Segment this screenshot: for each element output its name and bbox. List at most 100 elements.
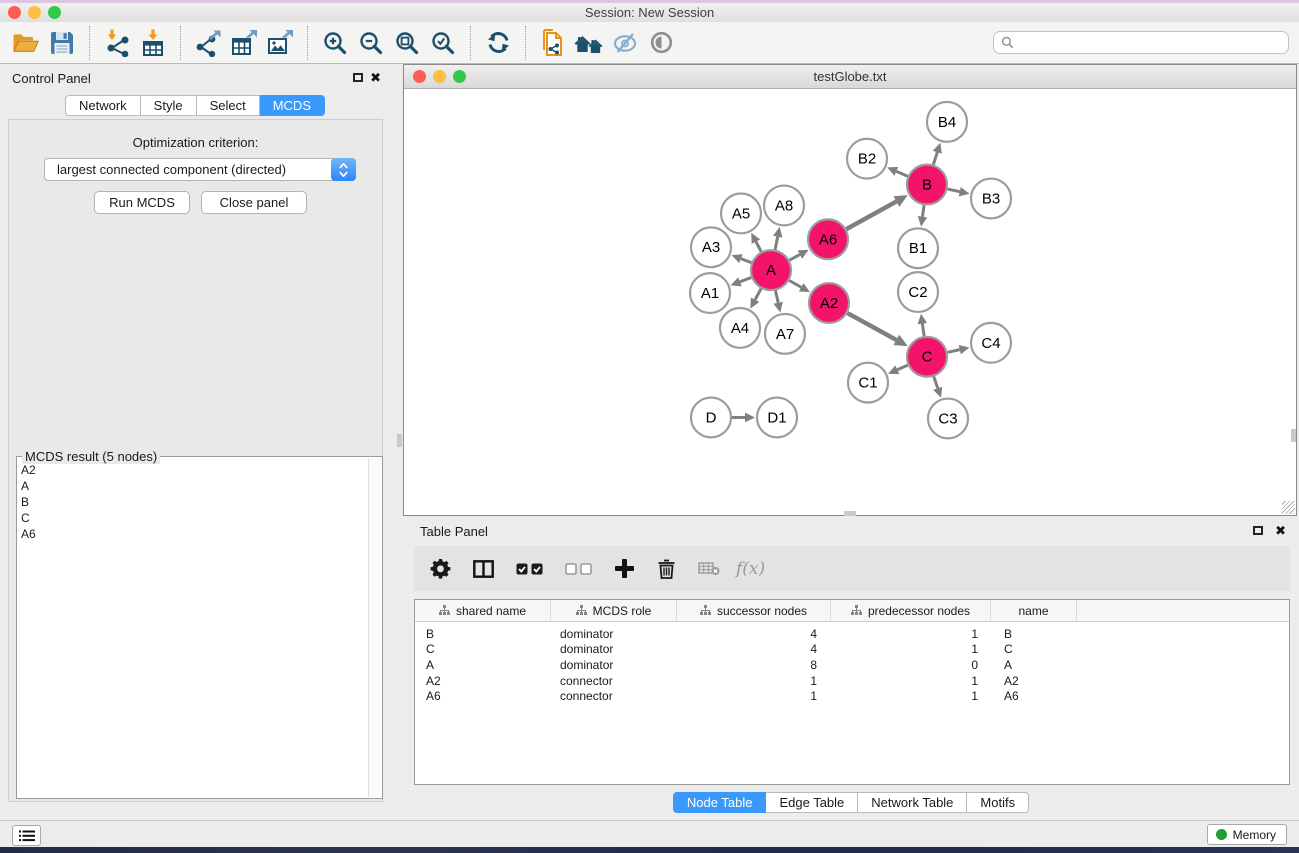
graph-edge[interactable] bbox=[755, 289, 761, 300]
close-table-panel-icon[interactable]: ✖ bbox=[1275, 525, 1286, 537]
tab-node-table[interactable]: Node Table bbox=[673, 792, 767, 813]
export-table-button[interactable] bbox=[226, 26, 262, 60]
table-row[interactable]: A2connector11A2 bbox=[415, 673, 1289, 689]
tab-network[interactable]: Network bbox=[65, 95, 141, 116]
tab-mcds[interactable]: MCDS bbox=[260, 95, 325, 116]
export-image-button[interactable] bbox=[262, 26, 298, 60]
vertical-scroll-thumb[interactable] bbox=[1291, 429, 1296, 442]
graph-edge[interactable] bbox=[740, 278, 751, 282]
function-builder-button[interactable]: f(x) bbox=[736, 559, 765, 579]
criterion-dropdown[interactable]: largest connected component (directed) bbox=[44, 158, 356, 181]
graph-node-C[interactable]: C bbox=[907, 337, 947, 377]
open-session-button[interactable] bbox=[8, 26, 44, 60]
zoom-in-button[interactable] bbox=[317, 26, 353, 60]
show-columns-button[interactable] bbox=[516, 563, 543, 575]
settings-gear-button[interactable] bbox=[430, 558, 451, 579]
graph-node-B3[interactable]: B3 bbox=[971, 179, 1011, 219]
table-row[interactable]: A6connector11A6 bbox=[415, 688, 1289, 704]
result-list-item[interactable]: B bbox=[21, 494, 366, 510]
window-titlebar[interactable]: Session: New Session bbox=[0, 3, 1299, 23]
graph-node-C3[interactable]: C3 bbox=[928, 399, 968, 439]
graph-node-D1[interactable]: D1 bbox=[757, 398, 797, 438]
result-list-item[interactable]: A6 bbox=[21, 526, 366, 542]
graph-node-C1[interactable]: C1 bbox=[848, 363, 888, 403]
result-list-item[interactable]: A bbox=[21, 478, 366, 494]
graph-node-A[interactable]: A bbox=[751, 250, 791, 290]
vertical-scroll-thumb[interactable] bbox=[397, 434, 402, 447]
tab-network-table[interactable]: Network Table bbox=[858, 792, 967, 813]
zoom-window-button[interactable] bbox=[48, 6, 61, 19]
graph-node-B[interactable]: B bbox=[907, 165, 947, 205]
graph-edge[interactable] bbox=[847, 313, 896, 340]
result-scrollbar[interactable] bbox=[368, 458, 381, 797]
run-mcds-button[interactable]: Run MCDS bbox=[94, 191, 190, 214]
result-list-item[interactable]: A2 bbox=[21, 462, 366, 478]
memory-button[interactable]: Memory bbox=[1207, 824, 1287, 845]
network-canvas[interactable]: AA6A2BCA5A8A3A1A4A7B2B4B3B1C2C4C1C3DD1 bbox=[404, 89, 1296, 515]
graph-node-B2[interactable]: B2 bbox=[847, 139, 887, 179]
task-history-button[interactable] bbox=[12, 825, 41, 846]
table-row[interactable]: Bdominator41B bbox=[415, 626, 1289, 642]
table-row[interactable]: Cdominator41C bbox=[415, 642, 1289, 658]
close-window-button[interactable] bbox=[8, 6, 21, 19]
graph-node-A1[interactable]: A1 bbox=[690, 273, 730, 313]
close-panel-icon[interactable]: ✖ bbox=[370, 72, 381, 84]
hide-columns-button[interactable] bbox=[565, 563, 592, 575]
column-header-shared-name[interactable]: shared name bbox=[415, 600, 551, 621]
zoom-fit-button[interactable] bbox=[389, 26, 425, 60]
import-table-button[interactable] bbox=[135, 26, 171, 60]
column-layout-button[interactable] bbox=[473, 560, 494, 578]
column-header-name[interactable]: name bbox=[991, 600, 1077, 621]
graph-edge[interactable] bbox=[789, 255, 799, 261]
column-header-successor-nodes[interactable]: successor nodes bbox=[677, 600, 831, 621]
graph-node-A5[interactable]: A5 bbox=[721, 194, 761, 234]
hide-graphics-button[interactable] bbox=[607, 26, 643, 60]
graph-node-A2[interactable]: A2 bbox=[809, 283, 849, 323]
add-row-button[interactable] bbox=[614, 558, 635, 579]
graph-node-B1[interactable]: B1 bbox=[898, 228, 938, 268]
refresh-network-button[interactable] bbox=[480, 26, 516, 60]
zoom-out-button[interactable] bbox=[353, 26, 389, 60]
graph-edge[interactable] bbox=[934, 377, 938, 389]
graph-edge[interactable] bbox=[922, 324, 924, 336]
table-row[interactable]: Adominator80A bbox=[415, 657, 1289, 673]
graph-node-C2[interactable]: C2 bbox=[898, 272, 938, 312]
tab-style[interactable]: Style bbox=[141, 95, 197, 116]
graph-node-A8[interactable]: A8 bbox=[764, 186, 804, 226]
graph-edge[interactable] bbox=[756, 242, 761, 252]
graph-node-C4[interactable]: C4 bbox=[971, 323, 1011, 363]
graph-node-A4[interactable]: A4 bbox=[720, 308, 760, 348]
graph-edge[interactable] bbox=[933, 152, 937, 164]
network-minimize-button[interactable] bbox=[433, 70, 446, 83]
graph-node-D[interactable]: D bbox=[691, 398, 731, 438]
home-button[interactable] bbox=[571, 26, 607, 60]
graph-edge[interactable] bbox=[897, 365, 908, 370]
resize-grip[interactable] bbox=[1282, 501, 1295, 514]
column-header-predecessor-nodes[interactable]: predecessor nodes bbox=[831, 600, 991, 621]
graph-edge[interactable] bbox=[948, 189, 960, 192]
graph-edge[interactable] bbox=[775, 291, 778, 303]
network-close-button[interactable] bbox=[413, 70, 426, 83]
close-panel-button[interactable]: Close panel bbox=[201, 191, 307, 214]
graph-edge[interactable] bbox=[789, 280, 801, 287]
float-panel-icon[interactable] bbox=[353, 73, 363, 82]
graph-edge[interactable] bbox=[846, 201, 896, 229]
export-network-button[interactable] bbox=[190, 26, 226, 60]
network-zoom-button[interactable] bbox=[453, 70, 466, 83]
network-window-titlebar[interactable]: testGlobe.txt bbox=[404, 65, 1296, 89]
graph-node-A6[interactable]: A6 bbox=[808, 219, 848, 259]
import-network-button[interactable] bbox=[99, 26, 135, 60]
tab-edge-table[interactable]: Edge Table bbox=[766, 792, 858, 813]
show-graphics-button[interactable] bbox=[643, 26, 679, 60]
graph-edge[interactable] bbox=[896, 171, 907, 176]
tab-motifs[interactable]: Motifs bbox=[967, 792, 1029, 813]
graph-edge[interactable] bbox=[948, 350, 960, 353]
float-table-panel-icon[interactable] bbox=[1253, 526, 1263, 535]
node-table[interactable]: shared nameMCDS rolesuccessor nodesprede… bbox=[414, 599, 1290, 785]
graph-edge[interactable] bbox=[741, 259, 752, 263]
save-session-button[interactable] bbox=[44, 26, 80, 60]
tab-select[interactable]: Select bbox=[197, 95, 260, 116]
session-file-button[interactable] bbox=[535, 26, 571, 60]
graph-node-A3[interactable]: A3 bbox=[691, 227, 731, 267]
minimize-window-button[interactable] bbox=[28, 6, 41, 19]
